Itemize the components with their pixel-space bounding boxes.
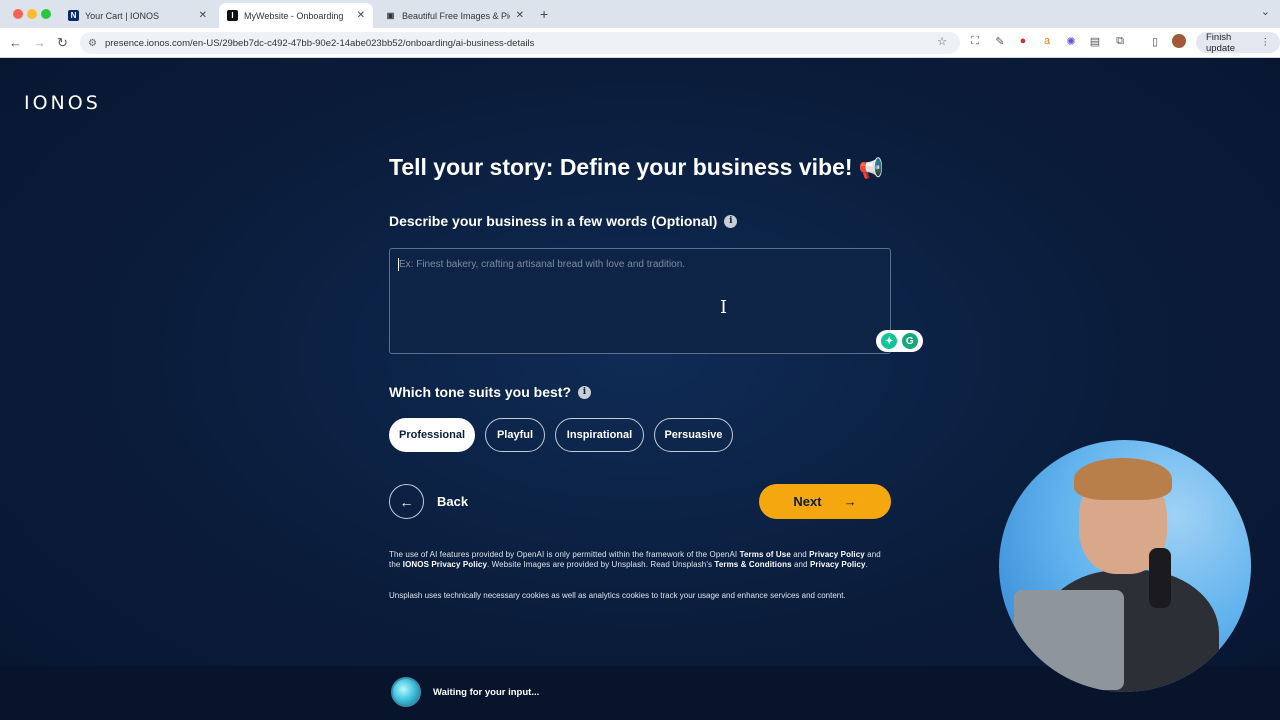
unsplash-privacy-policy-link[interactable]: Privacy Policy	[810, 560, 866, 569]
tone-chip-persuasive[interactable]: Persuasive	[654, 418, 733, 452]
terms-of-use-link[interactable]: Terms of Use	[740, 550, 791, 559]
amazon-extension-icon[interactable]: a	[1040, 34, 1054, 48]
extension-icon[interactable]: ✺	[1064, 34, 1078, 48]
grammarly-widget[interactable]: ✦ G	[876, 330, 923, 352]
profile-avatar[interactable]	[1172, 34, 1186, 48]
arrow-left-icon: ←	[389, 484, 424, 519]
back-arrow-icon[interactable]: ←	[9, 35, 22, 50]
microphone-icon	[1149, 548, 1171, 608]
page-headline: Tell your story: Define your business vi…	[389, 154, 883, 181]
tone-label: Which tone suits you best? i	[389, 384, 592, 400]
browser-tab-bar: N Your Cart | IONOS ✕ I MyWebsite - Onbo…	[0, 0, 1280, 28]
bookmark-star-icon[interactable]: ☆	[935, 34, 949, 48]
maximize-window-button[interactable]	[41, 9, 51, 19]
laptop-icon	[1014, 590, 1124, 690]
status-indicator: Waiting for your input...	[391, 677, 539, 707]
tab-your-cart[interactable]: N Your Cart | IONOS ✕	[60, 3, 215, 28]
tab-title: Beautiful Free Images & Pictu	[402, 10, 510, 21]
ionos-privacy-policy-link[interactable]: IONOS Privacy Policy	[403, 560, 487, 569]
tab-mywebsite-onboarding[interactable]: I MyWebsite - Onboarding ✕	[219, 3, 373, 28]
close-window-button[interactable]	[13, 9, 23, 19]
tone-label-text: Which tone suits you best?	[389, 384, 572, 400]
finish-update-button[interactable]: Finish update ⋮	[1196, 31, 1280, 54]
grammarly-icon[interactable]: G	[901, 333, 918, 349]
tab-title: MyWebsite - Onboarding	[244, 10, 344, 21]
openai-privacy-policy-link[interactable]: Privacy Policy	[809, 550, 865, 559]
description-placeholder: Ex: Finest bakery, crafting artisanal br…	[399, 259, 686, 270]
pen-icon[interactable]: ✎	[993, 34, 1007, 48]
extension-icon[interactable]: ●	[1016, 34, 1030, 48]
person-hair	[1074, 458, 1172, 500]
minimize-window-button[interactable]	[27, 9, 37, 19]
next-button[interactable]: Next →	[759, 484, 891, 519]
grammarly-assist-icon[interactable]: ✦	[881, 333, 898, 349]
legal-text: and	[791, 560, 810, 569]
next-label: Next	[793, 494, 822, 509]
site-settings-icon[interactable]: ⚙	[88, 38, 97, 49]
screen-capture-icon[interactable]: ⛶	[968, 34, 982, 48]
address-toolbar: ← → ↻ ⚙ presence.ionos.com/en-US/29beb7d…	[0, 28, 1280, 58]
info-icon[interactable]: i	[578, 385, 592, 399]
tone-chip-professional[interactable]: Professional	[389, 418, 475, 452]
url-bar[interactable]: ⚙ presence.ionos.com/en-US/29beb7dc-c492…	[80, 32, 960, 54]
ionos-favicon-icon: N	[68, 10, 79, 21]
close-tab-icon[interactable]: ✕	[357, 10, 365, 21]
unsplash-favicon-icon: ▣	[386, 11, 395, 20]
back-button[interactable]: ← Back	[389, 484, 468, 519]
sidebar-icon[interactable]: ▯	[1148, 34, 1162, 48]
webcam-overlay	[999, 440, 1251, 692]
extensions-puzzle-icon[interactable]: ⧉	[1113, 34, 1127, 48]
ai-orb-icon	[391, 677, 421, 707]
description-label-text: Describe your business in a few words (O…	[389, 213, 718, 229]
forward-arrow-icon[interactable]: →	[33, 35, 46, 50]
business-description-textarea[interactable]: Ex: Finest bakery, crafting artisanal br…	[389, 248, 891, 354]
arrow-right-icon: →	[843, 494, 857, 509]
extension-icon[interactable]: ▤	[1088, 34, 1102, 48]
legal-text: and	[790, 550, 810, 559]
legal-text: The use of AI features provided by OpenA…	[389, 550, 740, 559]
status-text: Waiting for your input...	[433, 686, 540, 698]
tone-chip-playful[interactable]: Playful	[485, 418, 545, 452]
ionos-logo[interactable]: IONOS	[24, 92, 101, 114]
cookie-notice: Unsplash uses technically necessary cook…	[389, 591, 846, 600]
tone-chip-inspirational[interactable]: Inspirational	[555, 418, 644, 452]
description-label: Describe your business in a few words (O…	[389, 213, 738, 229]
megaphone-icon: 📢	[858, 158, 884, 180]
close-tab-icon[interactable]: ✕	[516, 10, 524, 21]
url-text: presence.ionos.com/en-US/29beb7dc-c492-4…	[104, 37, 535, 49]
legal-text: . Website Images are provided by Unsplas…	[487, 560, 715, 569]
headline-text: Tell your story: Define your business vi…	[389, 154, 853, 180]
unsplash-terms-link[interactable]: Terms & Conditions	[714, 560, 791, 569]
tab-title: Your Cart | IONOS	[85, 10, 160, 21]
legal-notice: The use of AI features provided by OpenA…	[389, 550, 891, 570]
more-menu-icon[interactable]: ⋮	[1261, 37, 1271, 48]
text-cursor-icon: I	[720, 297, 728, 318]
new-tab-icon[interactable]: +	[540, 6, 548, 22]
legal-text: .	[865, 560, 868, 569]
chevron-down-icon[interactable]: ⌄	[1261, 5, 1270, 18]
tab-unsplash[interactable]: ▣ Beautiful Free Images & Pictu ✕	[377, 3, 532, 28]
info-icon[interactable]: i	[724, 214, 738, 228]
reload-icon[interactable]: ↻	[57, 35, 68, 51]
ionos-favicon-icon: I	[227, 10, 238, 21]
finish-update-label: Finish update	[1206, 31, 1236, 54]
close-tab-icon[interactable]: ✕	[199, 10, 207, 21]
back-label: Back	[437, 494, 469, 509]
